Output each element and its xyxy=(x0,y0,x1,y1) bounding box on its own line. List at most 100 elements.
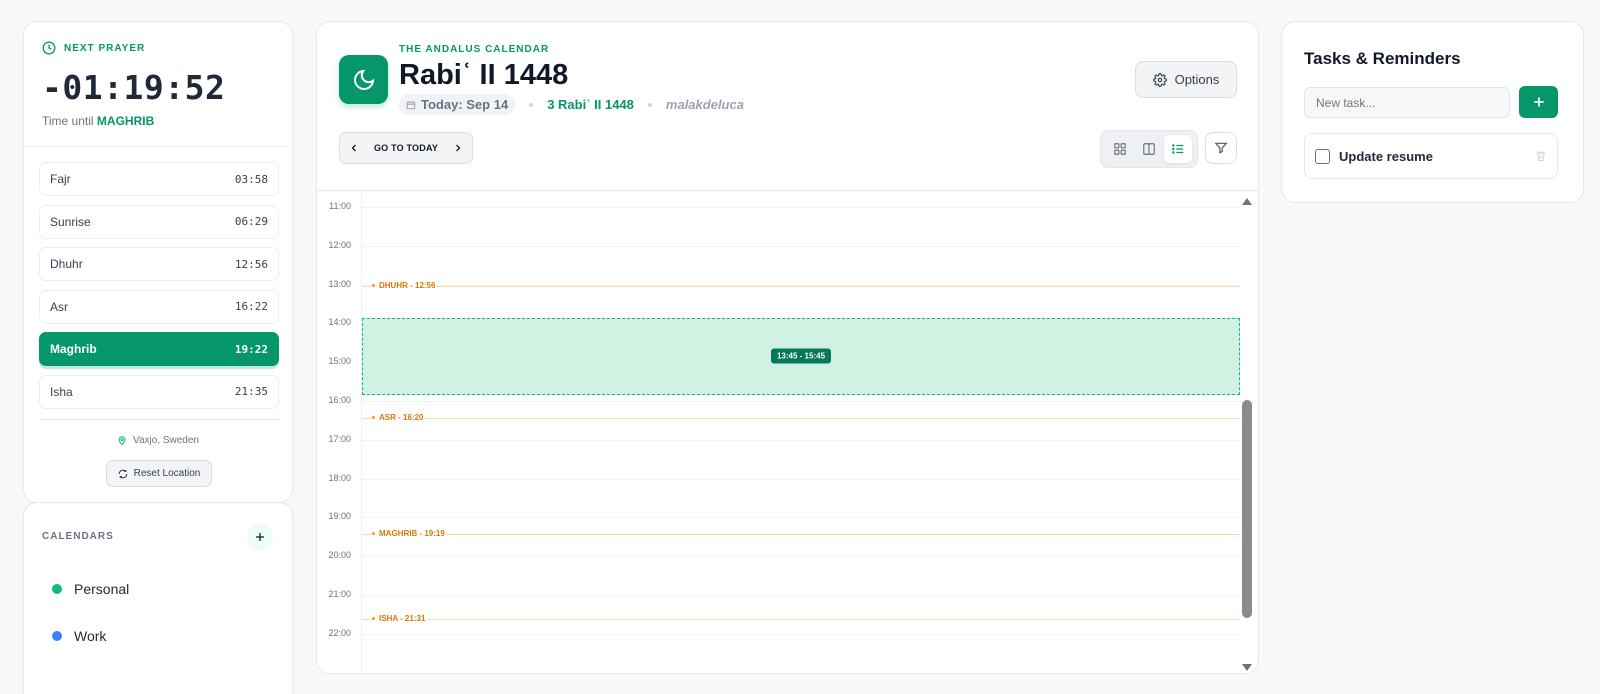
separator-dot xyxy=(647,102,652,107)
month-view-button[interactable] xyxy=(1106,135,1134,163)
prayer-row-asr[interactable]: Asr 16:22 xyxy=(39,289,279,324)
add-task-button[interactable] xyxy=(1519,86,1558,118)
calendar-color-dot xyxy=(52,631,62,641)
hour-gridline xyxy=(362,595,1240,596)
list-icon xyxy=(1172,144,1184,154)
prayer-time: 21:35 xyxy=(234,385,268,398)
username: malakdeluca xyxy=(665,97,744,112)
prayer-marker-dot xyxy=(372,531,375,535)
grid-icon xyxy=(1113,143,1126,155)
go-to-today-button[interactable]: GO TO TODAY xyxy=(374,143,438,153)
selection-time-badge: 13:45 - 15:45 xyxy=(770,348,832,364)
hour-label: 18:00 xyxy=(328,472,351,483)
calendar-item-personal[interactable]: Personal xyxy=(52,581,129,597)
prayer-name: Fajr xyxy=(50,172,71,186)
options-label: Options xyxy=(1174,72,1220,87)
hour-gridline xyxy=(362,245,1240,247)
filter-icon xyxy=(1214,142,1228,154)
trash-icon[interactable] xyxy=(1535,150,1547,162)
prayer-row-isha[interactable]: Isha 21:35 xyxy=(39,374,279,409)
prayer-marker-line xyxy=(362,286,1240,287)
prayer-time: 16:22 xyxy=(234,300,268,313)
calendar-main-card: THE ANDALUS CALENDAR Rabiʿ II 1448 Today… xyxy=(316,21,1259,674)
calendar-label: Work xyxy=(74,628,107,644)
reset-location-label: Reset Location xyxy=(133,468,201,479)
hour-label: 17:00 xyxy=(328,433,351,444)
prayer-times-card: NEXT PRAYER -01:19:52 Time until MAGHRIB… xyxy=(23,21,293,503)
tasks-card: Tasks & Reminders Update resume xyxy=(1281,21,1584,203)
prayer-row-sunrise[interactable]: Sunrise 06:29 xyxy=(39,204,279,239)
scroll-up-arrow[interactable] xyxy=(1242,198,1252,205)
columns-icon xyxy=(1143,143,1155,155)
hour-label: 22:00 xyxy=(328,627,351,638)
day-view-button[interactable] xyxy=(1164,135,1193,163)
task-label: Update resume xyxy=(1339,148,1433,164)
prayer-list: Fajr 03:58 Sunrise 06:29 Dhuhr 12:56 Asr 16:… xyxy=(39,162,279,417)
today-label: Today: Sep 14 xyxy=(421,97,509,112)
prayer-row-maghrib[interactable]: Maghrib 19:22 xyxy=(39,332,279,366)
filter-button[interactable] xyxy=(1205,132,1237,164)
map-pin-icon xyxy=(118,436,126,446)
task-checkbox[interactable] xyxy=(1315,148,1330,164)
scrollbar-thumb[interactable] xyxy=(1242,400,1252,618)
plus-icon xyxy=(1533,97,1544,107)
time-selection[interactable]: 13:45 - 15:45 xyxy=(362,317,1240,396)
next-prayer-header: NEXT PRAYER xyxy=(42,41,145,55)
clock-icon xyxy=(42,41,56,55)
task-item: Update resume xyxy=(1304,133,1558,179)
prayer-name: Maghrib xyxy=(50,342,97,356)
prayer-time: 03:58 xyxy=(234,172,268,186)
day-timeline[interactable]: 11:00 12:00 13:00 14:00 15:00 16:00 17:00 18:00… xyxy=(317,190,1258,673)
tasks-heading: Tasks & Reminders xyxy=(1304,49,1461,68)
countdown-timer: -01:19:52 xyxy=(42,68,226,107)
hour-gridline xyxy=(362,556,1240,558)
location-display: Vaxjo, Sweden xyxy=(24,435,292,446)
calendar-item-work[interactable]: Work xyxy=(52,628,106,644)
prayer-marker-dot xyxy=(372,415,375,419)
gear-icon xyxy=(1152,72,1167,87)
hijri-date: 3 Rabiʿ II 1448 xyxy=(547,97,634,112)
hour-label: 19:00 xyxy=(328,511,351,522)
reset-location-button[interactable]: Reset Location xyxy=(106,460,212,487)
hour-label: 14:00 xyxy=(328,317,351,328)
app-logo xyxy=(339,55,388,104)
prayer-marker-label: MAGHRIB - 19:19 xyxy=(372,528,447,538)
add-calendar-button[interactable] xyxy=(247,524,273,550)
date-navigation: GO TO TODAY xyxy=(339,132,473,164)
hour-gridline xyxy=(362,517,1240,519)
prayer-marker-dot xyxy=(372,284,375,287)
moon-icon xyxy=(353,69,374,90)
next-button[interactable] xyxy=(452,142,464,154)
plus-icon xyxy=(256,533,264,541)
previous-button[interactable] xyxy=(348,142,360,154)
prayer-row-fajr[interactable]: Fajr 03:58 xyxy=(39,162,279,196)
refresh-icon xyxy=(118,469,127,478)
prayer-time: 06:29 xyxy=(234,215,268,228)
hour-gridline xyxy=(362,401,1240,402)
calendar-color-dot xyxy=(52,584,62,594)
new-task-input[interactable] xyxy=(1304,87,1510,118)
prayer-marker-dot xyxy=(372,617,375,621)
header-meta: Today: Sep 14 3 Rabiʿ II 1448 malakdeluc… xyxy=(399,94,744,115)
week-view-button[interactable] xyxy=(1135,135,1163,163)
options-button[interactable]: Options xyxy=(1135,61,1237,98)
prayer-marker-label: ASR - 16:20 xyxy=(372,412,426,422)
prayer-name: Isha xyxy=(50,384,73,399)
prayer-marker-text: ASR - 16:20 xyxy=(379,412,424,422)
scroll-down-arrow[interactable] xyxy=(1242,664,1252,671)
divider xyxy=(24,146,292,147)
prayer-marker-label: DHUHR - 12:56 xyxy=(372,281,438,290)
prayer-marker-label: ISHA - 21:31 xyxy=(372,614,428,624)
hour-label: 12:00 xyxy=(328,239,351,250)
time-until-prefix: Time until xyxy=(42,114,94,128)
prayer-marker-line xyxy=(362,619,1240,621)
page-title: Rabiʿ II 1448 xyxy=(399,59,569,91)
chevron-right-icon xyxy=(456,144,461,152)
hour-label: 15:00 xyxy=(328,356,351,367)
prayer-row-dhuhr[interactable]: Dhuhr 12:56 xyxy=(39,247,279,281)
view-switcher xyxy=(1100,130,1198,168)
prayer-marker-line xyxy=(362,417,1240,419)
location-label: Vaxjo, Sweden xyxy=(133,435,199,446)
time-until-prayer: MAGHRIB xyxy=(96,114,155,128)
hour-label: 13:00 xyxy=(328,278,351,289)
